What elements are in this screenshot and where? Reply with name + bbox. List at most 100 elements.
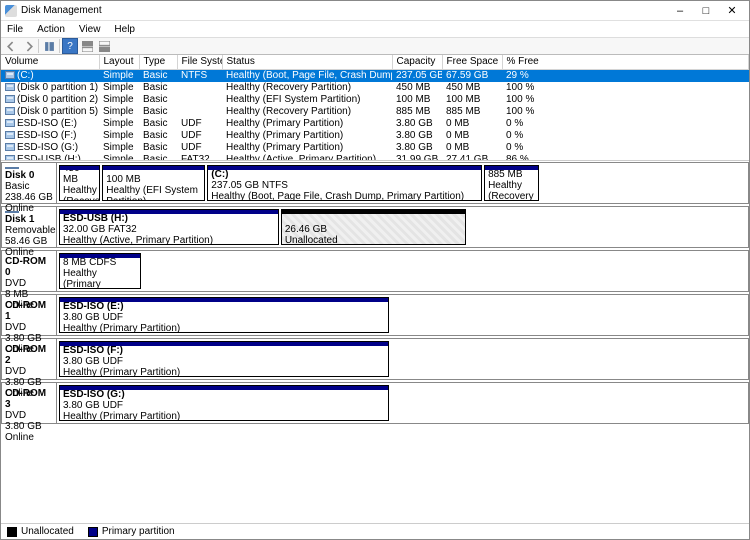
disk-group: Disk 1Removable58.46 GBOnlineESD-USB (H:…: [1, 206, 749, 248]
back-button[interactable]: [3, 38, 19, 54]
col-layout[interactable]: Layout: [99, 55, 139, 69]
table-row[interactable]: (Disk 0 partition 2)SimpleBasicHealthy (…: [1, 94, 749, 106]
legend-label-primary: Primary partition: [102, 526, 175, 537]
table-row[interactable]: ESD-ISO (G:)SimpleBasicUDFHealthy (Prima…: [1, 142, 749, 154]
disk-info[interactable]: CD-ROM 2DVD3.80 GBOnline: [2, 339, 57, 379]
col-filesystem[interactable]: File System: [177, 55, 222, 69]
volume-name: (Disk 0 partition 1): [17, 82, 98, 93]
cell-capacity: 3.80 GB: [392, 130, 442, 142]
col-volume[interactable]: Volume: [1, 55, 99, 69]
disk-info[interactable]: CD-ROM 0DVD8 MBOnline: [2, 251, 57, 291]
forward-button[interactable]: [20, 38, 36, 54]
cell-type: Basic: [139, 106, 177, 118]
volume-icon: [5, 107, 15, 115]
toolbar-separator: [38, 39, 39, 53]
partition-label: [285, 213, 462, 224]
disk-group: CD-ROM 1DVD3.80 GBOnlineESD-ISO (E:)3.80…: [1, 294, 749, 336]
cell-layout: Simple: [99, 154, 139, 162]
table-header-row: Volume Layout Type File System Status Ca…: [1, 55, 749, 69]
col-capacity[interactable]: Capacity: [392, 55, 442, 69]
table-row[interactable]: (C:)SimpleBasicNTFSHealthy (Boot, Page F…: [1, 69, 749, 82]
cell-capacity: 3.80 GB: [392, 118, 442, 130]
cell-layout: Simple: [99, 69, 139, 82]
partition[interactable]: ESD-ISO (F:)3.80 GB UDFHealthy (Primary …: [59, 341, 389, 377]
partition-header: [103, 166, 204, 170]
partition[interactable]: 450 MBHealthy (Recovery Partition): [59, 165, 100, 201]
disk-group: CD-ROM 3DVD3.80 GBOnlineESD-ISO (G:)3.80…: [1, 382, 749, 424]
cell-volume: (Disk 0 partition 1): [1, 82, 99, 94]
close-button[interactable]: ✕: [719, 2, 745, 20]
cell-filesystem: [177, 94, 222, 106]
cell-layout: Simple: [99, 94, 139, 106]
partition-status: Healthy (EFI System Partition): [106, 185, 201, 201]
col-freespace[interactable]: Free Space: [442, 55, 502, 69]
partition-header: [60, 298, 388, 302]
volume-list-pane[interactable]: Volume Layout Type File System Status Ca…: [1, 55, 749, 161]
cell-pctfree: 0 %: [502, 118, 749, 130]
partition[interactable]: SEAGATE (D:)8 MB CDFSHealthy (Primary Pa…: [59, 253, 141, 289]
cell-volume: (Disk 0 partition 5): [1, 106, 99, 118]
table-row[interactable]: (Disk 0 partition 5)SimpleBasicHealthy (…: [1, 106, 749, 118]
menu-action[interactable]: Action: [35, 24, 67, 35]
partition-header: [485, 166, 538, 170]
col-type[interactable]: Type: [139, 55, 177, 69]
partition[interactable]: (C:)237.05 GB NTFSHealthy (Boot, Page Fi…: [207, 165, 482, 201]
cell-type: Basic: [139, 142, 177, 154]
cell-freespace: 0 MB: [442, 118, 502, 130]
partition-label: (C:): [211, 169, 478, 180]
menu-help[interactable]: Help: [112, 24, 137, 35]
disk-info[interactable]: Disk 1Removable58.46 GBOnline: [2, 207, 57, 247]
cell-freespace: 67.59 GB: [442, 69, 502, 82]
partition-header: [208, 166, 481, 170]
disk-size: 3.80 GB: [5, 421, 53, 432]
table-row[interactable]: ESD-USB (H:)SimpleBasicFAT32Healthy (Act…: [1, 154, 749, 162]
cell-pctfree: 86 %: [502, 154, 749, 162]
cell-status: Healthy (Primary Partition): [222, 130, 392, 142]
disk-title: Disk 1: [5, 214, 53, 225]
cell-freespace: 27.41 GB: [442, 154, 502, 162]
menu-view[interactable]: View: [77, 24, 103, 35]
minimize-button[interactable]: –: [667, 2, 693, 20]
partition[interactable]: ESD-USB (H:)32.00 GB FAT32Healthy (Activ…: [59, 209, 279, 245]
cell-filesystem: [177, 106, 222, 118]
disk-info[interactable]: CD-ROM 3DVD3.80 GBOnline: [2, 383, 57, 423]
disk-partitions: ESD-ISO (F:)3.80 GB UDFHealthy (Primary …: [57, 339, 748, 379]
maximize-button[interactable]: □: [693, 2, 719, 20]
partition-size: 32.00 GB FAT32: [63, 224, 275, 235]
window-controls: – □ ✕: [667, 2, 745, 20]
partition[interactable]: ESD-ISO (E:)3.80 GB UDFHealthy (Primary …: [59, 297, 389, 333]
disk-type: DVD: [5, 366, 53, 377]
cell-layout: Simple: [99, 82, 139, 94]
disk-partitions: SEAGATE (D:)8 MB CDFSHealthy (Primary Pa…: [57, 251, 748, 291]
cell-type: Basic: [139, 130, 177, 142]
disk-map-pane[interactable]: Disk 0Basic238.46 GBOnline 450 MBHealthy…: [1, 161, 749, 523]
volume-icon: [5, 155, 15, 161]
partition-label: ESD-ISO (G:): [63, 389, 385, 400]
cell-pctfree: 0 %: [502, 130, 749, 142]
refresh-button[interactable]: [41, 38, 57, 54]
menu-file[interactable]: File: [5, 24, 25, 35]
help-button[interactable]: ?: [62, 38, 78, 54]
partition-header: [60, 254, 140, 258]
disk-info[interactable]: Disk 0Basic238.46 GBOnline: [2, 163, 57, 203]
disk-info[interactable]: CD-ROM 1DVD3.80 GBOnline: [2, 295, 57, 335]
view-top-button[interactable]: [79, 38, 95, 54]
window-title: Disk Management: [21, 5, 667, 16]
partition[interactable]: 885 MBHealthy (Recovery Partition): [484, 165, 539, 201]
partition-size: 237.05 GB NTFS: [211, 180, 478, 191]
volume-name: (C:): [17, 70, 34, 81]
partition-status: Healthy (Active, Primary Partition): [63, 235, 275, 246]
partition-status: Healthy (Boot, Page File, Crash Dump, Pr…: [211, 191, 478, 202]
legend-label-unallocated: Unallocated: [21, 526, 74, 537]
partition[interactable]: ESD-ISO (G:)3.80 GB UDFHealthy (Primary …: [59, 385, 389, 421]
partition[interactable]: 100 MBHealthy (EFI System Partition): [102, 165, 205, 201]
view-bottom-button[interactable]: [96, 38, 112, 54]
table-row[interactable]: (Disk 0 partition 1)SimpleBasicHealthy (…: [1, 82, 749, 94]
col-pctfree[interactable]: % Free: [502, 55, 749, 69]
cell-volume: (C:): [1, 69, 99, 82]
partition-unallocated[interactable]: 26.46 GBUnallocated: [281, 209, 466, 245]
table-row[interactable]: ESD-ISO (F:)SimpleBasicUDFHealthy (Prima…: [1, 130, 749, 142]
col-status[interactable]: Status: [222, 55, 392, 69]
cell-layout: Simple: [99, 118, 139, 130]
table-row[interactable]: ESD-ISO (E:)SimpleBasicUDFHealthy (Prima…: [1, 118, 749, 130]
